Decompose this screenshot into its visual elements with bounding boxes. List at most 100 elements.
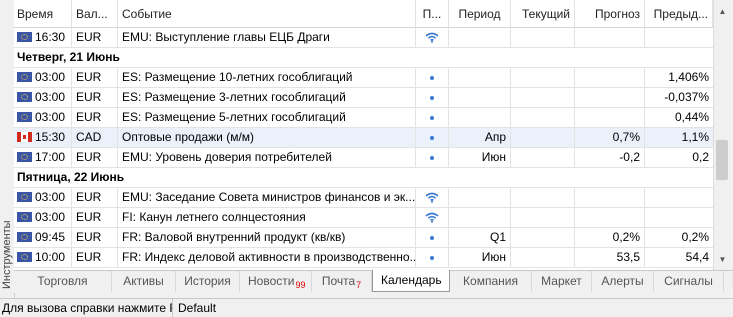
high-importance-icon [425, 193, 439, 204]
table-header: Время Вал... Событие П... Период Текущий… [14, 0, 713, 28]
eu-flag-icon [17, 212, 32, 222]
event-priority [416, 28, 449, 47]
event-previous: 0,44% [674, 110, 709, 124]
event-current [511, 28, 575, 47]
event-current [511, 108, 575, 127]
event-period [449, 208, 511, 227]
day-separator-row[interactable]: Четверг, 21 Июнь [14, 48, 713, 68]
event-time: 10:00 [14, 248, 72, 267]
tab-label: Активы [123, 274, 164, 288]
event-currency: EUR [72, 188, 118, 207]
event-event: FI: Канун летнего солнцестояния [118, 208, 416, 227]
tab-2[interactable]: История [176, 271, 240, 292]
column-header-previous[interactable]: Предыд... [645, 0, 713, 27]
event-time-text: 03:00 [35, 90, 66, 104]
event-forecast: -0,2 [575, 148, 645, 167]
event-currency: EUR [72, 108, 118, 127]
scrollbar-thumb[interactable] [716, 140, 728, 180]
event-current [511, 88, 575, 107]
event-time: 17:00 [14, 148, 72, 167]
toolbox-tabs: Торговля Активы История Новости99 Почта7 Кале… [14, 270, 733, 293]
event-currency: EUR [72, 68, 118, 87]
event-priority [416, 148, 449, 167]
tab-4[interactable]: Почта7 [312, 271, 372, 292]
event-row[interactable]: 03:00 EUR FI: Канун летнего солнцестояния [14, 208, 713, 228]
tools-side-panel: Инструменты [0, 0, 15, 298]
scroll-down-arrow-icon[interactable]: ▼ [715, 252, 730, 268]
event-time-text: 03:00 [35, 110, 66, 124]
event-time-text: 03:00 [35, 70, 66, 84]
low-importance-icon [430, 95, 434, 100]
event-period: Апр [449, 128, 511, 147]
high-importance-icon [425, 33, 439, 44]
event-time-text: 15:30 [35, 130, 66, 144]
event-row[interactable]: 17:00 EUR EMU: Уровень доверия потребителе… [14, 148, 713, 168]
event-forecast: 53,5 [575, 248, 645, 267]
event-row[interactable]: 15:30 CAD Оптовые продажи (м/м) Апр 0,7% 1,1% [14, 128, 713, 148]
event-row[interactable]: 10:00 EUR FR: Индекс деловой активности в … [14, 248, 713, 268]
event-currency: EUR [72, 208, 118, 227]
event-row[interactable]: 16:30 EUR EMU: Выступление главы ЕЦБ Драги [14, 28, 713, 48]
event-current [511, 208, 575, 227]
event-row[interactable]: 03:00 EUR EMU: Заседание Совета министров … [14, 188, 713, 208]
tab-9[interactable]: Сигналы [654, 271, 724, 292]
event-time: 03:00 [14, 208, 72, 227]
event-previous: 1,1% [681, 130, 709, 144]
low-importance-icon [430, 155, 434, 160]
column-header-currency[interactable]: Вал... [72, 0, 118, 27]
tab-3[interactable]: Новости99 [240, 271, 312, 292]
tab-1[interactable]: Активы [112, 271, 176, 292]
tab-10[interactable]: Би [724, 271, 733, 292]
event-period: Q1 [449, 228, 511, 247]
low-importance-icon [430, 135, 434, 140]
column-header-time[interactable]: Время [14, 0, 72, 27]
event-row[interactable]: 03:00 EUR ES: Размещение 5-летних гособлиг… [14, 108, 713, 128]
column-header-period[interactable]: Период [449, 0, 511, 27]
event-period [449, 28, 511, 47]
event-previous: -0,037% [664, 90, 709, 104]
event-priority [416, 188, 449, 207]
column-header-priority[interactable]: П... [416, 0, 449, 27]
event-time-text: 10:00 [35, 250, 66, 264]
tab-8[interactable]: Алерты [592, 271, 654, 292]
event-time-text: 03:00 [35, 190, 66, 204]
status-bar: Для вызова справки нажмите F1 Default [0, 298, 733, 317]
low-importance-icon [430, 115, 434, 120]
vertical-scrollbar[interactable]: ▲ ▼ [713, 0, 731, 270]
eu-flag-icon [17, 252, 32, 262]
event-event: EMU: Уровень доверия потребителей [118, 148, 416, 167]
tab-0[interactable]: Торговля [14, 271, 112, 292]
tab-label: Компания [463, 274, 518, 288]
event-current [511, 128, 575, 147]
canada-flag-icon [17, 132, 32, 142]
column-header-forecast[interactable]: Прогноз [575, 0, 645, 27]
event-event: EMU: Заседание Совета министров финансов… [118, 188, 416, 207]
event-current [511, 68, 575, 87]
tab-5[interactable]: Календарь [372, 270, 450, 292]
eu-flag-icon [17, 92, 32, 102]
event-event: Оптовые продажи (м/м) [118, 128, 416, 147]
day-label: Четверг, 21 Июнь [17, 50, 120, 64]
column-header-event[interactable]: Событие [118, 0, 416, 27]
event-time: 16:30 [14, 28, 72, 47]
day-separator-row[interactable]: Пятница, 22 Июнь [14, 168, 713, 188]
low-importance-icon [430, 75, 434, 80]
event-current [511, 148, 575, 167]
scroll-up-arrow-icon[interactable]: ▲ [715, 4, 730, 20]
tab-7[interactable]: Маркет [532, 271, 592, 292]
event-current [511, 228, 575, 247]
event-row[interactable]: 03:00 EUR ES: Размещение 3-летних гособлиг… [14, 88, 713, 108]
event-time: 03:00 [14, 68, 72, 87]
event-row[interactable]: 09:45 EUR FR: Валовой внутренний продукт (… [14, 228, 713, 248]
tab-6[interactable]: Компания [450, 271, 532, 292]
tab-label: Алерты [601, 274, 644, 288]
calendar-table: Время Вал... Событие П... Период Текущий… [14, 0, 713, 270]
tab-label: Сигналы [664, 274, 713, 288]
tab-label: Торговля [37, 274, 88, 288]
event-event: ES: Размещение 10-летних гособлигаций [118, 68, 416, 87]
event-event: FR: Валовой внутренний продукт (кв/кв) [118, 228, 416, 247]
event-previous: 1,406% [668, 70, 709, 84]
event-time-text: 03:00 [35, 210, 66, 224]
column-header-current[interactable]: Текущий [511, 0, 575, 27]
event-row[interactable]: 03:00 EUR ES: Размещение 10-летних гособли… [14, 68, 713, 88]
